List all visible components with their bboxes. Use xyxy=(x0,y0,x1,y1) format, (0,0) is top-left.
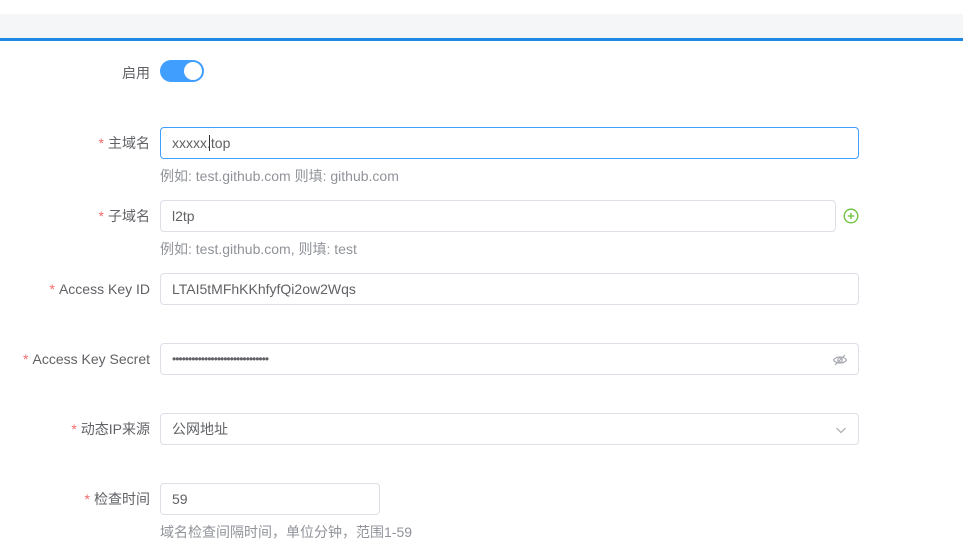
main-domain-input[interactable]: xxxxx.top xyxy=(160,127,859,159)
sub-domain-label: * 子域名 xyxy=(99,206,150,226)
enable-switch[interactable] xyxy=(160,60,204,82)
text-caret xyxy=(209,135,210,151)
check-interval-input[interactable]: 59 xyxy=(160,483,380,515)
check-interval-label-text: 检查时间 xyxy=(94,491,150,507)
access-key-secret-label: * Access Key Secret xyxy=(23,349,150,369)
sub-domain-value: l2tp xyxy=(172,208,195,224)
check-interval-hint: 域名检查间隔时间，单位分钟，范围1-59 xyxy=(160,524,413,540)
access-key-id-value: LTAI5tMFhKKhfyfQi2ow2Wqs xyxy=(172,281,356,297)
access-key-id-label-text: Access Key ID xyxy=(58,281,150,297)
ip-source-label: * 动态IP来源 xyxy=(71,419,150,439)
enable-label: 启用 xyxy=(122,65,150,81)
top-accent-line xyxy=(0,38,963,41)
required-mark: * xyxy=(71,421,77,437)
sub-domain-input[interactable]: l2tp xyxy=(160,200,836,232)
check-interval-label: * 检查时间 xyxy=(85,489,150,509)
chevron-down-icon xyxy=(836,427,846,434)
access-key-secret-label-text: Access Key Secret xyxy=(32,351,151,367)
top-bar xyxy=(0,0,963,40)
required-mark: * xyxy=(84,491,90,507)
sub-domain-label-text: 子域名 xyxy=(108,208,150,224)
eye-slash-icon[interactable] xyxy=(832,352,848,368)
ip-source-label-text: 动态IP来源 xyxy=(80,421,150,437)
main-domain-label-text: 主域名 xyxy=(108,135,150,151)
required-mark: * xyxy=(23,351,29,367)
check-interval-value: 59 xyxy=(172,491,188,507)
ip-source-value: 公网地址 xyxy=(172,421,228,437)
ip-source-select[interactable]: 公网地址 xyxy=(160,413,859,445)
access-key-secret-input[interactable]: •••••••••••••••••••••••••••••• xyxy=(160,343,859,375)
sub-domain-hint: 例如: test.github.com, 则填: test xyxy=(160,241,357,257)
access-key-id-label: * Access Key ID xyxy=(50,279,150,299)
plus-circle-icon[interactable] xyxy=(843,208,859,224)
required-mark: * xyxy=(98,135,104,151)
switch-knob xyxy=(184,62,202,80)
main-domain-label: * 主域名 xyxy=(99,133,150,153)
access-key-secret-value: •••••••••••••••••••••••••••••• xyxy=(172,352,269,366)
main-domain-hint: 例如: test.github.com 则填: github.com xyxy=(160,168,399,184)
access-key-id-input[interactable]: LTAI5tMFhKKhfyfQi2ow2Wqs xyxy=(160,273,859,305)
required-mark: * xyxy=(49,281,55,297)
main-domain-value: xxxxx.top xyxy=(172,135,231,151)
required-mark: * xyxy=(98,208,104,224)
